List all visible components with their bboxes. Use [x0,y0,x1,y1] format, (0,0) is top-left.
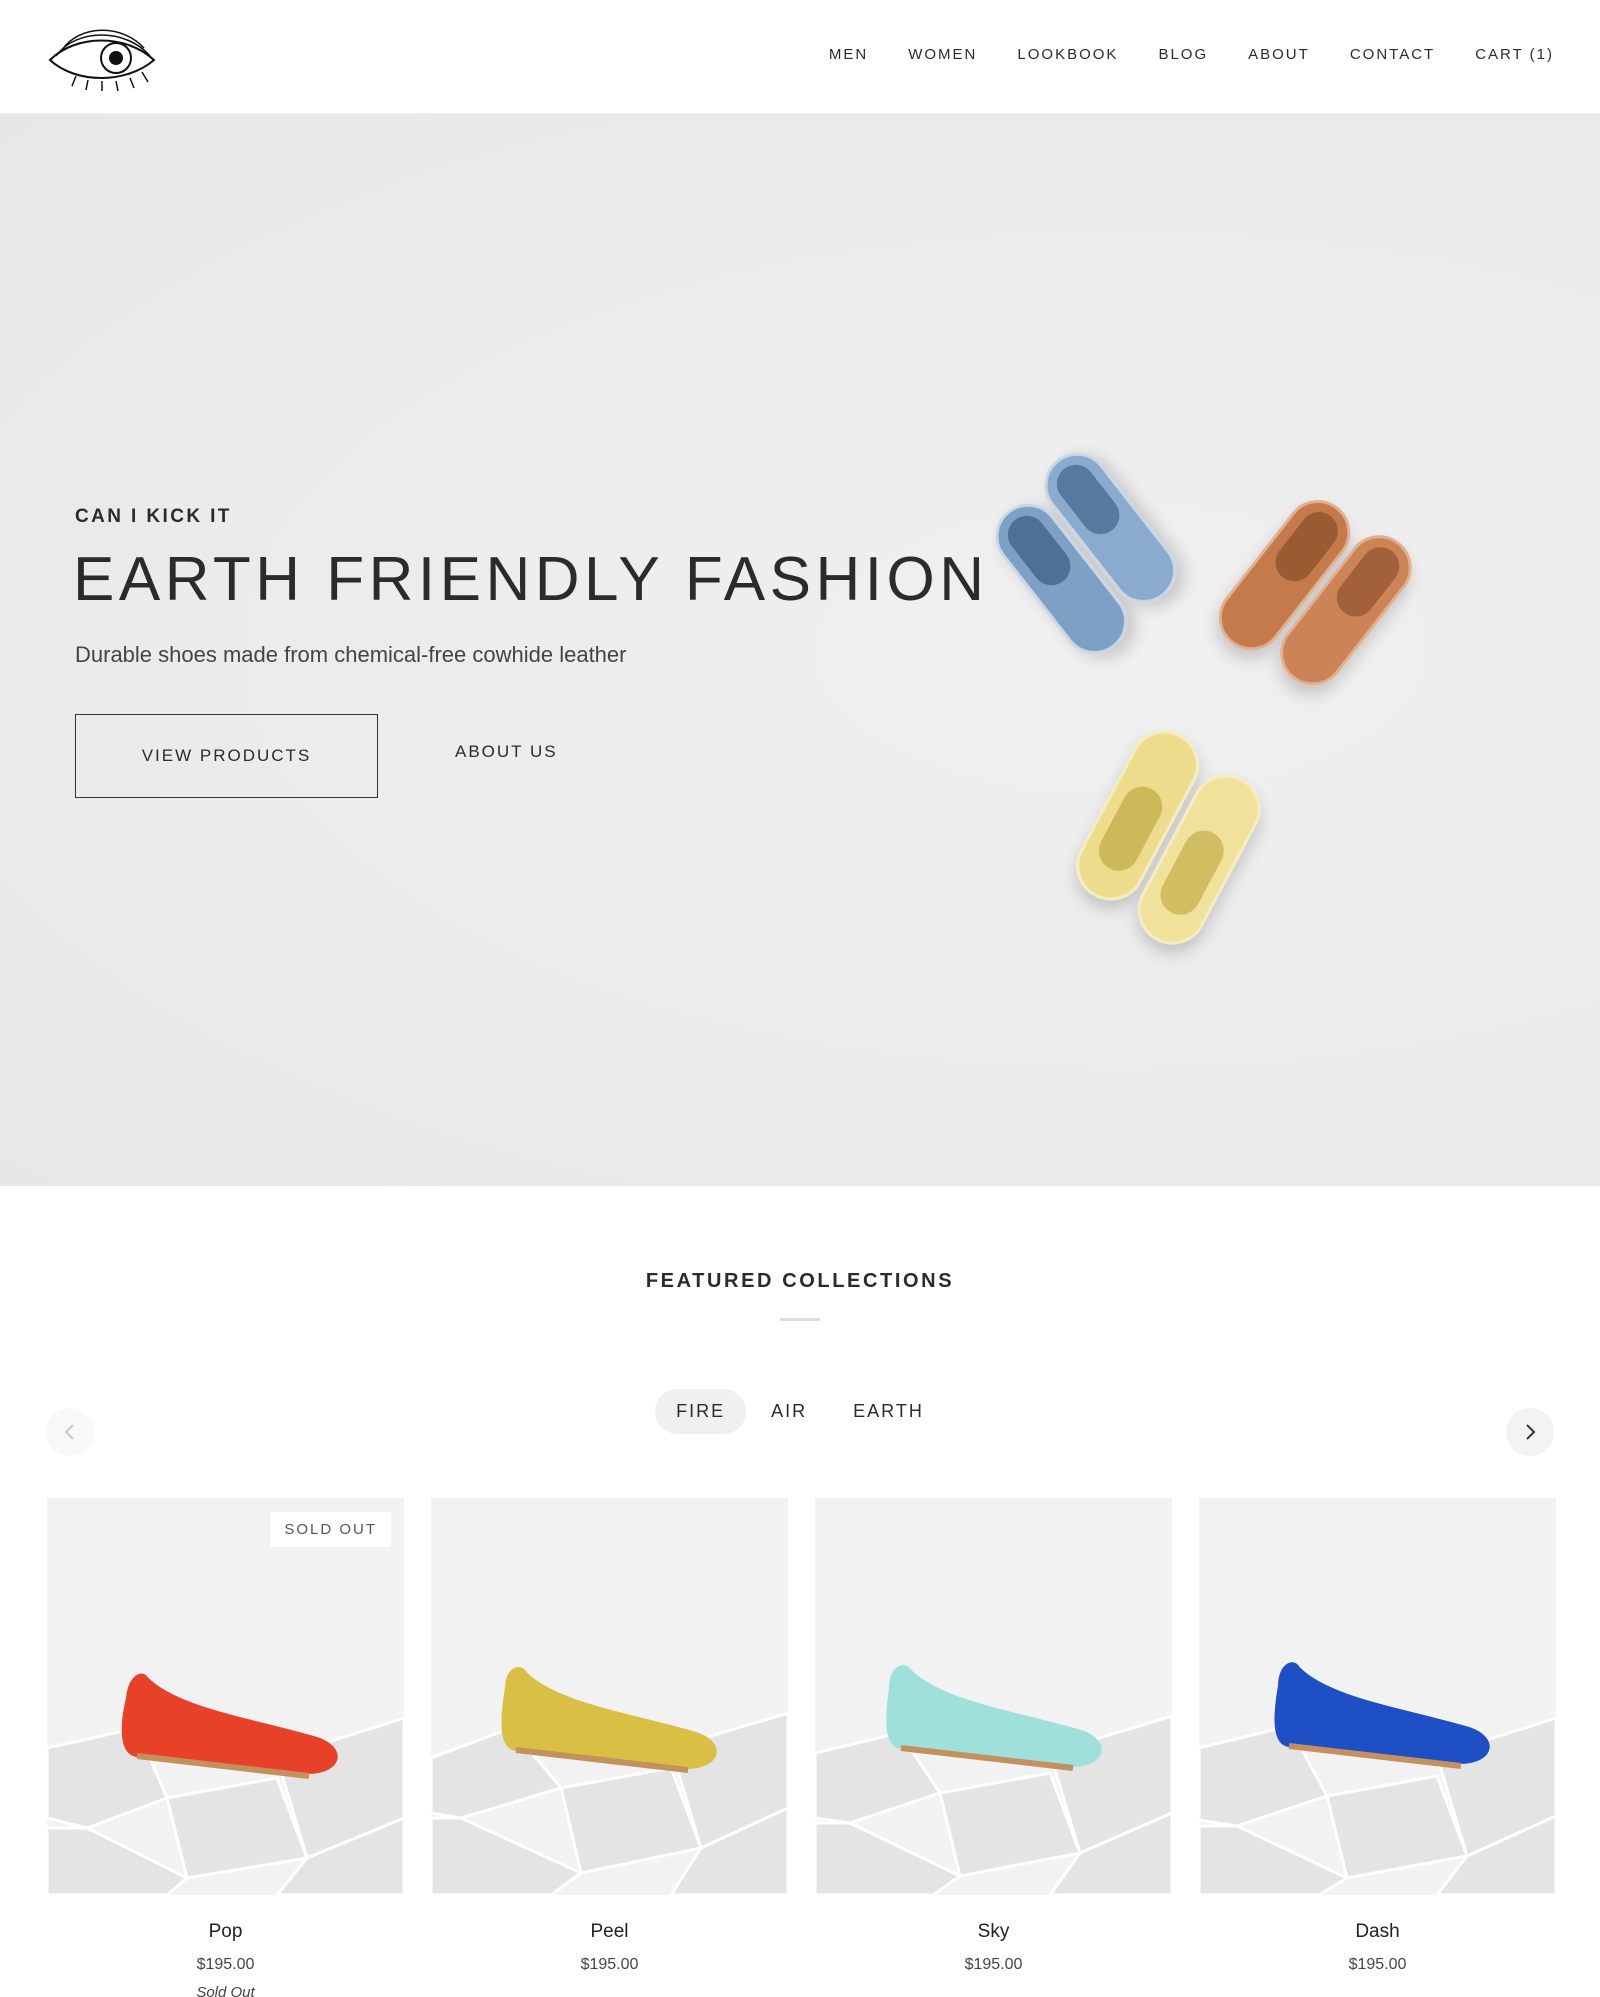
site-header: MEN WOMEN LOOKBOOK BLOG ABOUT CONTACT CA… [0,0,1600,114]
nav-contact[interactable]: CONTACT [1350,46,1435,63]
shoe-image [1199,1498,1556,1895]
product-grid: SOLD OUT Pop $195.00 Sold Out Peel $195.… [47,1498,1556,1997]
section-divider [780,1318,820,1321]
nav-men[interactable]: MEN [829,46,868,63]
product-price: $195.00 [1348,1956,1407,1973]
tab-earth[interactable]: EARTH [832,1389,945,1434]
nav-lookbook[interactable]: LOOKBOOK [1017,46,1118,63]
shoe-image [47,1498,404,1895]
product-name[interactable]: Dash [1199,1921,1556,1943]
view-products-button[interactable]: VIEW PRODUCTS [75,714,378,798]
shoe-image [815,1498,1172,1895]
carousel-next-button[interactable] [1506,1408,1554,1456]
product-name[interactable]: Sky [815,1921,1172,1943]
hero-banner: CAN I KICK IT EARTH FRIENDLY FASHION Dur… [0,114,1600,1186]
eye-logo-icon[interactable] [46,26,158,92]
chevron-right-icon [1526,1424,1536,1440]
product-price: $195.00 [964,1956,1023,1973]
sold-out-badge: SOLD OUT [270,1512,391,1547]
nav-about[interactable]: ABOUT [1248,46,1310,63]
product-image[interactable] [815,1498,1172,1895]
nav-cart[interactable]: CART (1) [1475,46,1554,63]
product-price: $195.00 [580,1956,639,1973]
availability-note: Sold Out [196,1984,255,1997]
hero-title: EARTH FRIENDLY FASHION [73,545,989,614]
product-name[interactable]: Peel [431,1921,788,1943]
main-nav: MEN WOMEN LOOKBOOK BLOG ABOUT CONTACT CA… [829,46,1554,63]
product-card-sky[interactable]: Sky $195.00 [815,1498,1172,1997]
product-price: $195.00 [196,1956,255,1973]
featured-collections-title: FEATURED COLLECTIONS [645,1270,955,1292]
product-image[interactable] [1199,1498,1556,1895]
nav-blog[interactable]: BLOG [1158,46,1208,63]
collection-tabs: FIRE AIR EARTH [0,1389,1600,1434]
hero-eyebrow: CAN I KICK IT [75,506,232,527]
product-image[interactable]: SOLD OUT [47,1498,404,1895]
product-card-pop[interactable]: SOLD OUT Pop $195.00 Sold Out [47,1498,404,1997]
hero-subtitle: Durable shoes made from chemical-free co… [75,642,627,667]
hero-shoes-image [995,452,1412,945]
tab-air[interactable]: AIR [750,1389,828,1434]
product-card-peel[interactable]: Peel $195.00 [431,1498,788,1997]
about-us-link[interactable]: ABOUT US [455,742,558,762]
product-name[interactable]: Pop [47,1921,404,1943]
nav-women[interactable]: WOMEN [908,46,977,63]
shoe-image [431,1498,788,1895]
tab-fire[interactable]: FIRE [655,1389,747,1434]
product-card-dash[interactable]: Dash $195.00 [1199,1498,1556,1997]
product-image[interactable] [431,1498,788,1895]
